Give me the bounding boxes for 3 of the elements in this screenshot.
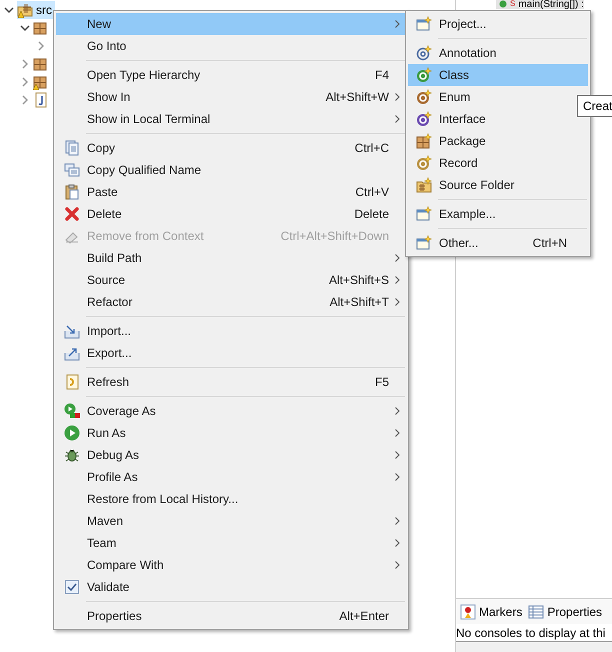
- method-label: main(String[]) :: [518, 0, 584, 9]
- tooltip: Creat: [577, 95, 612, 117]
- static-marker-label: S: [510, 0, 516, 8]
